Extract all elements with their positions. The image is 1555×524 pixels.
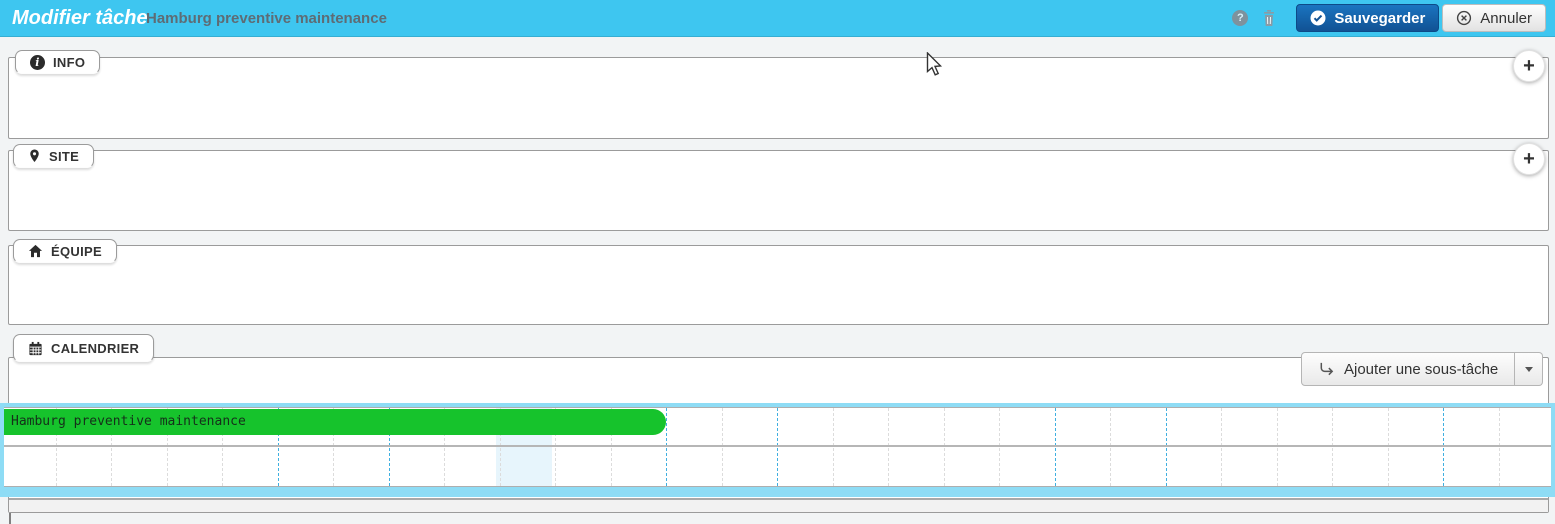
header-actions: ? Sauvegarder Annuler	[1232, 0, 1546, 36]
gantt-footer-scrollbar[interactable]	[9, 498, 1548, 512]
add-subtask-options-button[interactable]	[1515, 352, 1543, 386]
page-title: Modifier tâche	[12, 0, 148, 36]
gantt-day-gridline	[1277, 408, 1278, 486]
tab-site-label: SITE	[49, 149, 79, 164]
gantt-frame-right	[1551, 403, 1555, 497]
task-title: Hamburg preventive maintenance	[146, 0, 387, 37]
gantt-day-gridline	[1110, 408, 1111, 486]
resize-handle[interactable]	[9, 513, 11, 524]
add-subtask-label: Ajouter une sous-tâche	[1344, 361, 1498, 378]
gantt-grid-area[interactable]: Hamburg preventive maintenance	[4, 407, 1551, 487]
gantt-day-gridline	[944, 408, 945, 486]
team-panel	[8, 245, 1549, 325]
task-editor-page: Modifier tâche Hamburg preventive mainte…	[0, 0, 1555, 524]
gantt-frame-bottom	[0, 487, 1555, 497]
gantt-day-gridline	[722, 408, 723, 486]
calendar-icon	[28, 341, 43, 356]
trash-icon[interactable]	[1261, 9, 1277, 27]
gantt-calendar: Hamburg preventive maintenance	[0, 403, 1555, 497]
gantt-day-gridline	[1332, 408, 1333, 486]
tab-calendrier: CALENDRIER	[13, 334, 154, 362]
cancel-circle-icon	[1456, 10, 1472, 26]
gantt-week-gridline	[1055, 408, 1056, 486]
gantt-day-gridline	[833, 408, 834, 486]
app-header: Modifier tâche Hamburg preventive mainte…	[0, 0, 1555, 37]
gantt-row-divider	[4, 445, 1551, 447]
help-icon[interactable]: ?	[1232, 10, 1248, 26]
gantt-task-bar[interactable]: Hamburg preventive maintenance	[4, 409, 666, 435]
gantt-week-gridline	[666, 408, 667, 486]
gantt-day-gridline	[1499, 408, 1500, 486]
site-add-button[interactable]: +	[1513, 143, 1545, 175]
gantt-day-gridline	[1221, 408, 1222, 486]
add-subtask-split-button: Ajouter une sous-tâche	[1301, 352, 1543, 386]
subtask-arrow-icon	[1318, 361, 1335, 377]
gantt-week-gridline	[1443, 408, 1444, 486]
tab-equipe-label: ÉQUIPE	[51, 244, 102, 259]
cancel-label: Annuler	[1480, 10, 1532, 27]
info-add-button[interactable]: +	[1513, 50, 1545, 82]
info-icon: i	[30, 55, 45, 70]
save-button[interactable]: Sauvegarder	[1296, 4, 1439, 32]
tab-site: SITE	[13, 144, 94, 168]
check-circle-icon	[1310, 10, 1326, 26]
gantt-week-gridline	[777, 408, 778, 486]
tab-calendrier-label: CALENDRIER	[51, 341, 139, 356]
gantt-task-bar-label: Hamburg preventive maintenance	[4, 409, 666, 435]
info-panel	[8, 57, 1549, 139]
site-panel	[8, 150, 1549, 231]
gantt-day-gridline	[1388, 408, 1389, 486]
gantt-day-gridline	[999, 408, 1000, 486]
location-pin-icon	[28, 148, 41, 164]
gantt-week-gridline	[1166, 408, 1167, 486]
add-subtask-button[interactable]: Ajouter une sous-tâche	[1301, 352, 1515, 386]
home-icon	[28, 244, 43, 258]
gantt-day-gridline	[888, 408, 889, 486]
tab-info-label: INFO	[53, 55, 85, 70]
chevron-down-icon	[1525, 367, 1533, 376]
tab-info: i INFO	[15, 50, 100, 74]
cancel-button[interactable]: Annuler	[1442, 4, 1546, 32]
tab-equipe: ÉQUIPE	[13, 239, 117, 263]
save-label: Sauvegarder	[1334, 10, 1425, 27]
